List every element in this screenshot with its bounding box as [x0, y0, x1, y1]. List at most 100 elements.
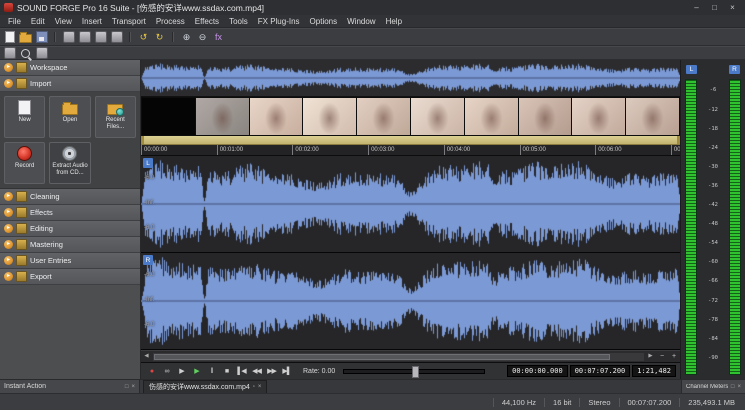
meter-scale-label: -18 [699, 126, 727, 132]
sidebar-section-effects[interactable]: ▸Effects [0, 205, 140, 221]
pause-button[interactable]: ‖ [205, 365, 218, 377]
redo-icon[interactable]: ↻ [153, 31, 166, 43]
fx-favorites-icon[interactable]: fx [212, 31, 225, 43]
scrollbar-thumb[interactable] [154, 354, 610, 360]
menu-file[interactable]: File [3, 17, 26, 26]
zoom-in-button[interactable]: + [668, 353, 680, 360]
expand-arrow-icon[interactable]: ▸ [4, 256, 13, 265]
extract-audio-tile-button[interactable]: Extract Audio from CD... [49, 142, 90, 184]
sidebar-section-user-entries[interactable]: ▸User Entries [0, 253, 140, 269]
left-channel-waveform[interactable]: L -6.0 -Inf. -6.0 [141, 156, 680, 253]
menu-tools[interactable]: Tools [224, 17, 253, 26]
copy-icon[interactable] [94, 31, 107, 43]
expand-arrow-icon[interactable]: ▸ [4, 240, 13, 249]
open-folder-icon[interactable] [19, 31, 32, 43]
sidebar-section-export[interactable]: ▸ Export [0, 269, 140, 285]
paste-icon[interactable] [110, 31, 123, 43]
play-button[interactable]: ▶ [190, 365, 203, 377]
new-file-icon[interactable] [3, 31, 16, 43]
expand-arrow-icon[interactable]: ▸ [4, 63, 13, 72]
stop-button[interactable]: ■ [220, 365, 233, 377]
app-window: SOUND FORGE Pro 16 Suite - [伤感的安详www.ssd… [0, 0, 745, 410]
expand-arrow-icon[interactable]: ▸ [4, 79, 13, 88]
edit-tool-icon[interactable] [3, 47, 16, 59]
meter-r-badge[interactable]: R [729, 65, 740, 74]
expand-arrow-icon[interactable]: ▸ [4, 208, 13, 217]
menu-edit[interactable]: Edit [26, 17, 50, 26]
meter-scale-label: -60 [699, 259, 727, 265]
close-icon[interactable]: × [258, 384, 262, 390]
tool-toolbar [0, 46, 745, 60]
channel-l-badge[interactable]: L [143, 158, 153, 168]
forward-button[interactable]: ▶▶ [265, 365, 278, 377]
loop-playback-button[interactable]: ∞ [160, 365, 173, 377]
recent-files-tile-button[interactable]: Recent Files... [95, 96, 136, 138]
user-entries-icon [16, 255, 27, 266]
time-ruler[interactable]: 00:00:0000:01:0000:02:0000:03:0000:04:00… [141, 145, 680, 156]
dock-icon[interactable]: □ [731, 384, 735, 390]
sidebar-section-import[interactable]: ▸Import [0, 76, 140, 92]
channel-meters-tab[interactable]: Channel Meters □ × [681, 380, 745, 393]
expand-arrow-icon[interactable]: ▸ [4, 192, 13, 201]
window-controls: – □ × [688, 1, 741, 14]
instant-action-tab[interactable]: Instant Action □ × [0, 380, 140, 393]
close-icon[interactable]: × [131, 384, 135, 390]
sidebar-section-workspace[interactable]: ▸Workspace [0, 60, 140, 76]
menu-insert[interactable]: Insert [77, 17, 107, 26]
play-all-button[interactable]: ▶ [175, 365, 188, 377]
close-icon[interactable]: × [737, 384, 741, 390]
new-tile-button[interactable]: New [4, 96, 45, 138]
dock-icon[interactable]: □ [125, 384, 129, 390]
meter-bar-right [729, 79, 741, 375]
menu-transport[interactable]: Transport [107, 17, 151, 26]
scroll-left-arrow-icon[interactable]: ◀ [141, 351, 152, 362]
open-tile-button[interactable]: Open [49, 96, 90, 138]
trim-icon[interactable] [62, 31, 75, 43]
meter-scale-label: -48 [699, 221, 727, 227]
channel-r-badge[interactable]: R [143, 255, 153, 265]
maximize-button[interactable]: □ [706, 1, 723, 14]
menu-effects[interactable]: Effects [190, 17, 224, 26]
right-channel-waveform[interactable]: R -6.0 -Inf. -6.0 [141, 253, 680, 350]
horizontal-scrollbar[interactable]: ◀ ▶ − + [141, 350, 680, 362]
scroll-right-arrow-icon[interactable]: ▶ [645, 351, 656, 362]
zoom-out-button[interactable]: − [656, 353, 668, 360]
scrollbar-track[interactable] [153, 353, 644, 361]
loop-region-bar[interactable] [141, 136, 680, 145]
minimize-button[interactable]: – [688, 1, 705, 14]
record-tile-button[interactable]: Record [4, 142, 45, 184]
rewind-button[interactable]: ◀◀ [250, 365, 263, 377]
cut-icon[interactable] [78, 31, 91, 43]
doc-dot-icon[interactable]: ▫ [253, 384, 255, 390]
new-file-icon [18, 100, 31, 115]
save-icon[interactable] [35, 31, 48, 43]
meter-l-badge[interactable]: L [686, 65, 697, 74]
magnify-tool-icon[interactable] [19, 47, 32, 59]
editor-area: 00:00:0000:01:0000:02:0000:03:0000:04:00… [141, 60, 680, 379]
section-label: Export [30, 272, 52, 281]
event-tool-icon[interactable] [35, 47, 48, 59]
sidebar-section-editing[interactable]: ▸Editing [0, 221, 140, 237]
menu-window[interactable]: Window [342, 17, 380, 26]
sidebar-section-cleaning[interactable]: ▸Cleaning [0, 189, 140, 205]
document-tab[interactable]: 伤感的安详www.ssdax.com.mp4 ▫ × [143, 380, 267, 394]
zoom-out-icon[interactable]: ⊖ [196, 31, 209, 43]
rate-slider-thumb[interactable] [412, 366, 419, 378]
menu-help[interactable]: Help [381, 17, 407, 26]
menu-fx-plug-ins[interactable]: FX Plug-Ins [253, 17, 305, 26]
rate-slider[interactable] [343, 369, 485, 374]
record-button[interactable]: ● [145, 365, 158, 377]
zoom-in-icon[interactable]: ⊕ [180, 31, 193, 43]
menu-view[interactable]: View [50, 17, 77, 26]
sidebar-section-mastering[interactable]: ▸Mastering [0, 237, 140, 253]
go-to-start-button[interactable]: ▌◀ [235, 365, 248, 377]
overview-waveform[interactable] [141, 60, 680, 97]
undo-icon[interactable]: ↺ [137, 31, 150, 43]
expand-arrow-icon[interactable]: ▸ [4, 224, 13, 233]
menu-options[interactable]: Options [305, 17, 343, 26]
meter-scale-label: -24 [699, 145, 727, 151]
expand-arrow-icon[interactable]: ▸ [4, 272, 13, 281]
close-button[interactable]: × [724, 1, 741, 14]
go-to-end-button[interactable]: ▶▌ [280, 365, 293, 377]
menu-process[interactable]: Process [151, 17, 190, 26]
